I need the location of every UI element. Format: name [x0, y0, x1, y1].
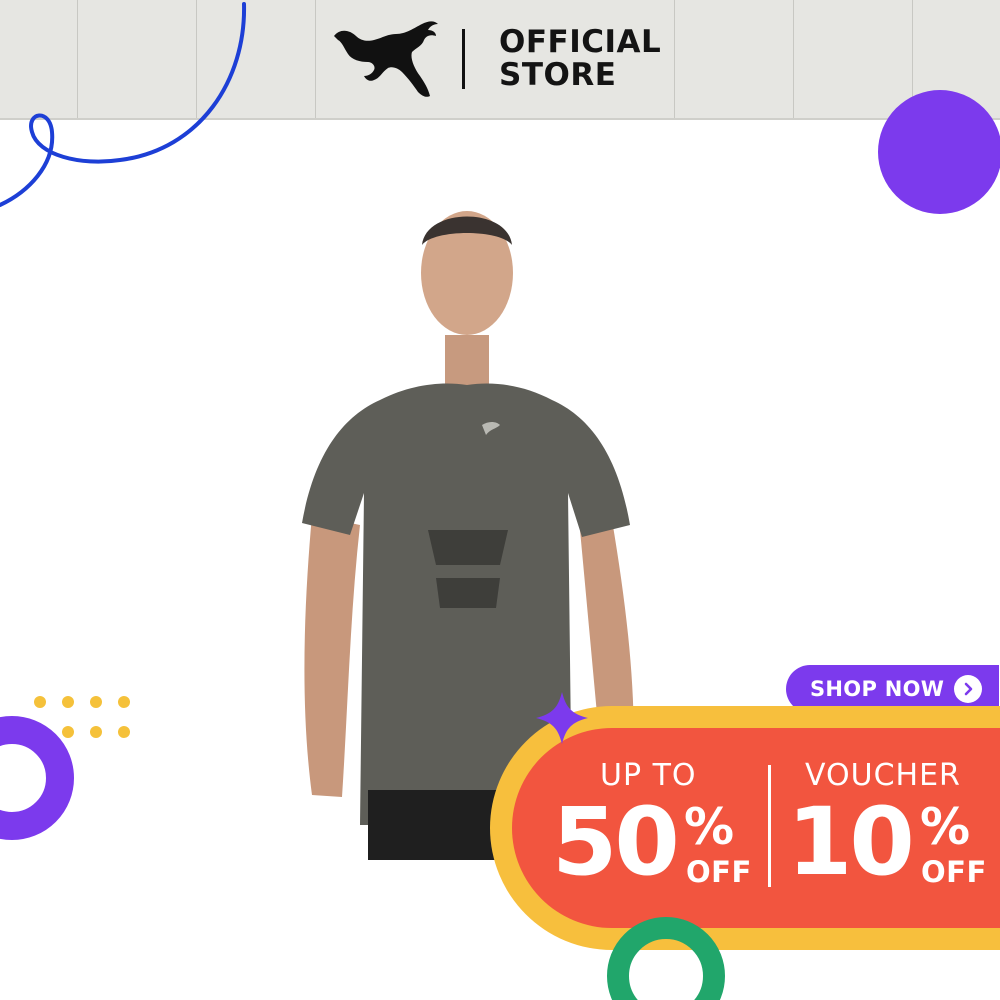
promo-left-value: 50: [552, 788, 680, 897]
promo-banner-canvas: OFFICIAL STORE SHOP NOW UP TO 50 % OFF V…: [0, 0, 1000, 1000]
promo-right-off: OFF: [921, 855, 987, 889]
sparkle-icon: [536, 692, 588, 744]
promo-left-percent: %: [684, 798, 735, 856]
promo-right-percent: %: [920, 798, 971, 856]
promo-divider: [768, 765, 771, 887]
green-ring-decoration: [607, 917, 725, 1000]
promo-right-value: 10: [787, 788, 915, 897]
promo-left-off: OFF: [686, 855, 752, 889]
